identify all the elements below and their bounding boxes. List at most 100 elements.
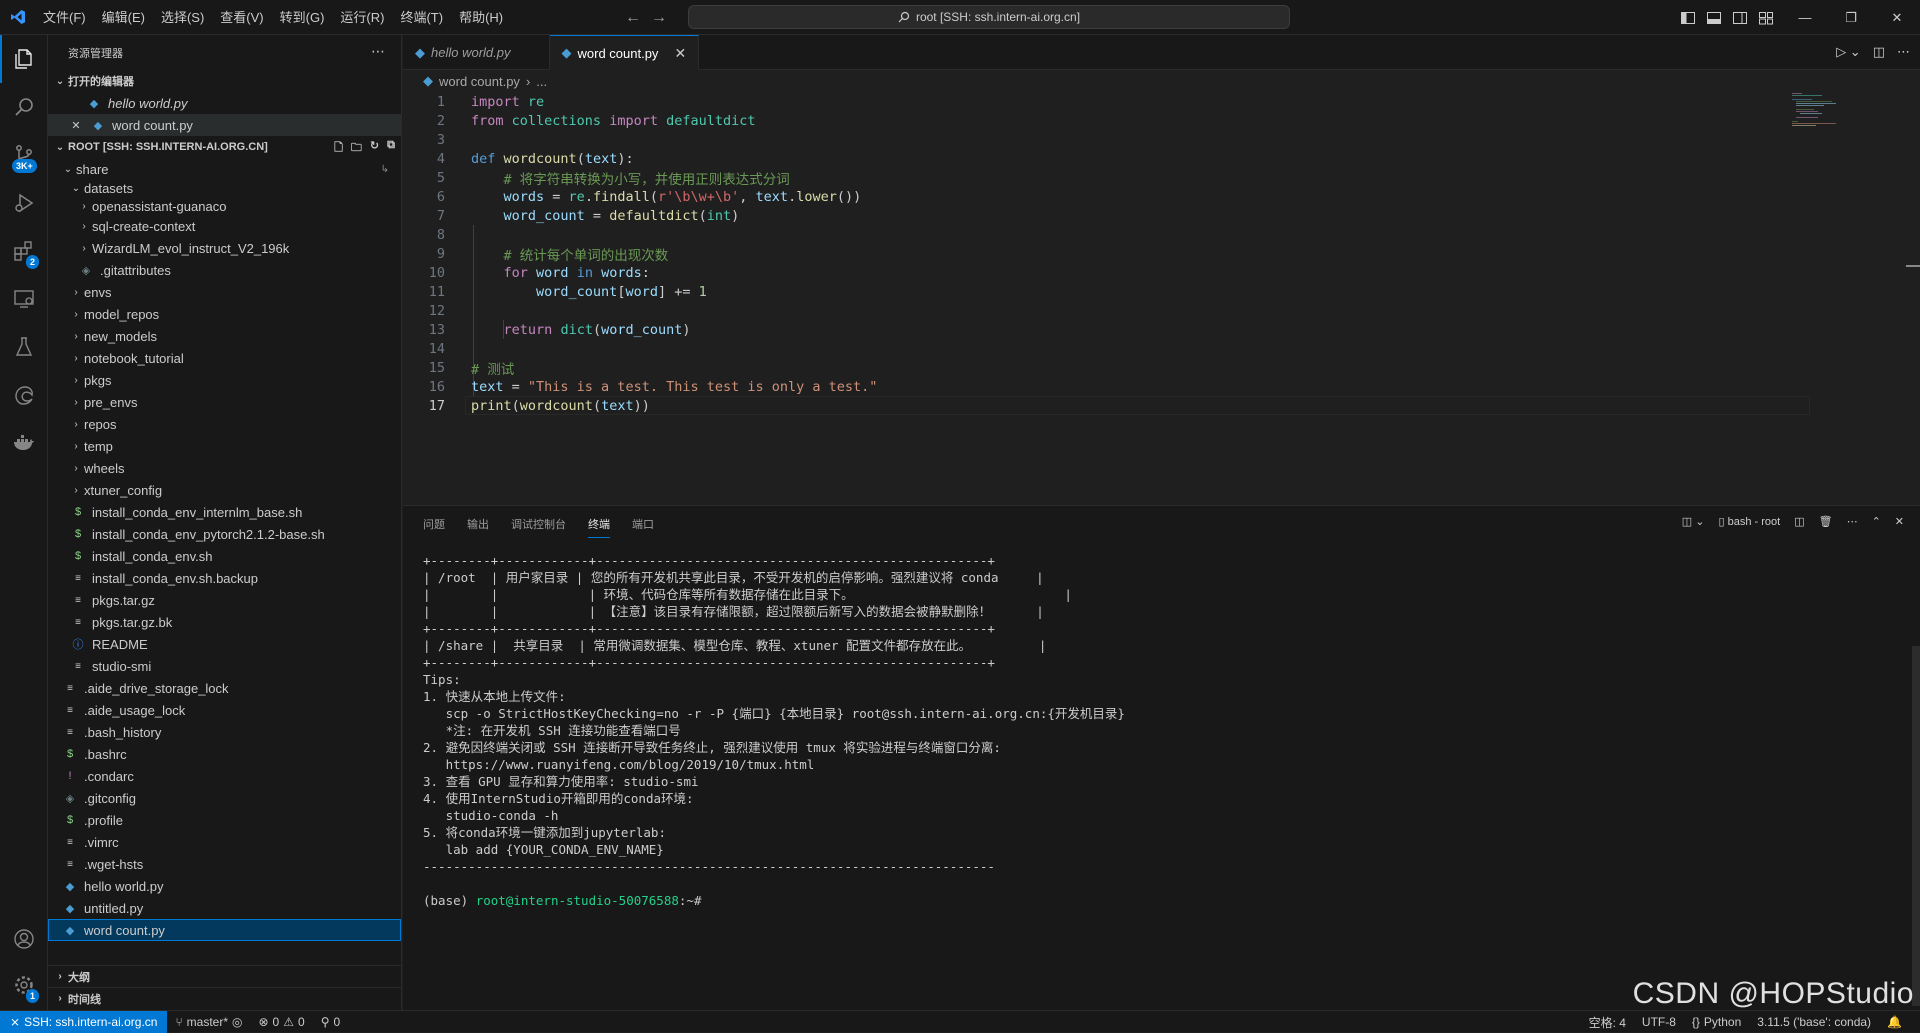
tree-folder[interactable]: › openassistant-guanaco — [48, 197, 401, 215]
tab-ports[interactable]: 端口 — [632, 516, 654, 532]
close-window-icon[interactable]: ✕ — [1874, 0, 1920, 35]
edge-browser-icon[interactable] — [0, 371, 48, 419]
close-panel-icon[interactable]: ✕ — [1895, 515, 1904, 528]
remote-explorer-icon[interactable] — [0, 275, 48, 323]
menu-go[interactable]: 转到(G) — [272, 0, 333, 35]
terminal-output[interactable]: +--------+------------+-----------------… — [423, 552, 1125, 909]
tree-file[interactable]: $ install_conda_env_pytorch2.1.2-base.sh — [48, 523, 401, 545]
refresh-icon[interactable]: ↻ — [370, 139, 379, 158]
tab-debug-console[interactable]: 调试控制台 — [511, 516, 566, 532]
tree-file[interactable]: ⓘ README — [48, 633, 401, 655]
menu-edit[interactable]: 编辑(E) — [94, 0, 153, 35]
new-folder-icon[interactable]: 🗀 — [351, 139, 362, 158]
tree-file[interactable]: ≡ pkgs.tar.gz — [48, 589, 401, 611]
manage-gear-icon[interactable]: 1 — [0, 961, 48, 1009]
source-control-icon[interactable]: 3K+ — [0, 131, 48, 179]
open-editors-header[interactable]: ⌄ 打开的编辑器 — [48, 70, 401, 92]
tree-file[interactable]: ◆ untitled.py — [48, 897, 401, 919]
tree-file-selected[interactable]: ◆ word count.py — [48, 919, 401, 941]
tree-folder[interactable]: ⌄ share ↳ — [48, 158, 401, 180]
new-terminal-split-icon[interactable]: ◫ ⌄ — [1682, 515, 1705, 528]
new-file-icon[interactable]: 🗋 — [334, 139, 343, 158]
menu-terminal[interactable]: 终端(T) — [392, 0, 451, 35]
terminal-instance[interactable]: ▯ bash - root — [1718, 515, 1780, 528]
menu-help[interactable]: 帮助(H) — [451, 0, 511, 35]
menu-view[interactable]: 查看(V) — [212, 0, 271, 35]
terminal-prompt[interactable]: (base) root@intern-studio-50076588:~# — [423, 892, 1125, 909]
explorer-icon[interactable] — [0, 35, 48, 83]
accounts-icon[interactable] — [0, 915, 48, 963]
tab-terminal[interactable]: 终端 — [588, 510, 610, 538]
tree-file[interactable]: ≡ pkgs.tar.gz.bk — [48, 611, 401, 633]
python-interpreter[interactable]: 3.11.5 ('base': conda) — [1749, 1015, 1879, 1029]
run-icon[interactable]: ▷ ⌄ — [1836, 44, 1861, 60]
command-center[interactable]: root [SSH: ssh.intern-ai.org.cn] — [688, 5, 1290, 29]
terminal-scrollbar[interactable] — [1912, 646, 1920, 1006]
tree-file[interactable]: $ install_conda_env.sh — [48, 545, 401, 567]
tree-folder[interactable]: › wheels — [48, 457, 401, 479]
toggle-secondary-sidebar-icon[interactable] — [1732, 10, 1748, 26]
search-icon[interactable] — [0, 83, 48, 131]
tree-folder[interactable]: › model_repos — [48, 303, 401, 325]
outline-header[interactable]: › 大纲 — [48, 965, 401, 987]
tree-file[interactable]: ≡ .vimrc — [48, 831, 401, 853]
split-editor-icon[interactable]: ◫ — [1873, 44, 1885, 60]
remote-indicator[interactable]: ⨯ SSH: ssh.intern-ai.org.cn — [0, 1010, 168, 1033]
close-icon[interactable]: ✕ — [68, 119, 84, 132]
language-mode[interactable]: {} Python — [1684, 1015, 1749, 1029]
encoding[interactable]: UTF-8 — [1634, 1015, 1684, 1029]
tree-folder[interactable]: › repos — [48, 413, 401, 435]
tree-file[interactable]: $ install_conda_env_internlm_base.sh — [48, 501, 401, 523]
run-debug-icon[interactable] — [0, 179, 48, 227]
restore-icon[interactable]: ❐ — [1828, 0, 1874, 35]
minimap[interactable] — [1790, 92, 1850, 132]
trash-icon[interactable]: 🗑 — [1819, 515, 1833, 528]
more-actions-icon[interactable]: ⋯ — [1897, 44, 1910, 60]
open-editor-item[interactable]: ✕ ◆ word count.py — [48, 114, 401, 136]
breadcrumb-file[interactable]: word count.py — [439, 74, 520, 89]
tree-folder[interactable]: ⌄ datasets — [48, 180, 401, 197]
tree-file[interactable]: $ .profile — [48, 809, 401, 831]
indentation[interactable]: 空格: 4 — [1581, 1014, 1634, 1031]
tree-folder[interactable]: › xtuner_config — [48, 479, 401, 501]
tree-folder[interactable]: › envs — [48, 281, 401, 303]
tree-folder[interactable]: › WizardLM_evol_instruct_V2_196k — [48, 237, 401, 259]
menu-file[interactable]: 文件(F) — [35, 0, 94, 35]
tree-folder[interactable]: › pre_envs — [48, 391, 401, 413]
minimize-icon[interactable]: — — [1782, 0, 1828, 35]
tab-output[interactable]: 输出 — [467, 516, 489, 532]
problems-indicator[interactable]: ⊗ 0 ⚠ 0 — [250, 1015, 312, 1029]
customize-layout-icon[interactable] — [1758, 10, 1774, 26]
git-branch[interactable]: ⑂ master* ◎ — [167, 1015, 250, 1029]
close-icon[interactable]: ✕ — [674, 45, 686, 62]
tree-file[interactable]: ◈ .gitattributes — [48, 259, 401, 281]
forward-arrow-icon[interactable]: → — [651, 9, 667, 27]
tree-file[interactable]: $ .bashrc — [48, 743, 401, 765]
collapse-all-icon[interactable]: ⧉ — [387, 139, 395, 158]
code-editor[interactable]: 1 import re 2 from collections import defa… — [403, 92, 1920, 492]
toggle-panel-icon[interactable] — [1706, 10, 1722, 26]
tree-file[interactable]: ≡ install_conda_env.sh.backup — [48, 567, 401, 589]
docker-icon[interactable] — [0, 419, 48, 467]
notifications-bell-icon[interactable]: 🔔 — [1879, 1015, 1910, 1029]
tab-hello-world[interactable]: ◆ hello world.py — [403, 35, 550, 70]
tree-folder[interactable]: › notebook_tutorial — [48, 347, 401, 369]
toggle-primary-sidebar-icon[interactable] — [1680, 10, 1696, 26]
tree-file[interactable]: ! .condarc — [48, 765, 401, 787]
tree-folder[interactable]: › temp — [48, 435, 401, 457]
tree-file[interactable]: ≡ .wget-hsts — [48, 853, 401, 875]
tree-folder[interactable]: › pkgs — [48, 369, 401, 391]
tab-problems[interactable]: 问题 — [423, 516, 445, 532]
testing-icon[interactable] — [0, 323, 48, 371]
tree-file[interactable]: ◈ .gitconfig — [48, 787, 401, 809]
vscode-logo-icon[interactable] — [0, 0, 35, 35]
maximize-panel-icon[interactable]: ⌃ — [1872, 515, 1881, 528]
open-editor-item[interactable]: ◆ hello world.py — [48, 92, 401, 114]
more-actions-icon[interactable]: ⋯ — [371, 43, 385, 60]
more-actions-icon[interactable]: ⋯ — [1847, 515, 1858, 528]
tree-file[interactable]: ≡ .aide_usage_lock — [48, 699, 401, 721]
tree-file[interactable]: ≡ .aide_drive_storage_lock — [48, 677, 401, 699]
menu-selection[interactable]: 选择(S) — [153, 0, 212, 35]
tree-folder[interactable]: › sql-create-context — [48, 215, 401, 237]
tree-file[interactable]: ◆ hello world.py — [48, 875, 401, 897]
